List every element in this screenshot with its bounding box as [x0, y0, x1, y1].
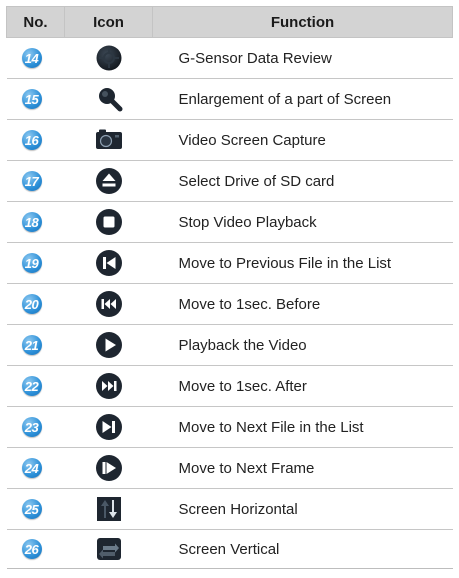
row-number-badge: 26 — [21, 539, 42, 559]
icon-cell — [64, 201, 153, 243]
function-description: Move to Previous File in the List — [152, 242, 453, 284]
row-number-cell: 26 — [6, 529, 65, 569]
row-number-cell: 16 — [6, 119, 65, 161]
function-description: Move to Next File in the List — [152, 406, 453, 448]
row-number-badge: 25 — [21, 499, 42, 519]
stop-icon — [95, 208, 123, 236]
icon-cell — [64, 365, 153, 407]
flip-horizontal-icon — [95, 495, 123, 523]
row-number-cell: 25 — [6, 488, 65, 530]
table-row: 16 Video Screen Capture — [6, 119, 453, 161]
function-description: Screen Vertical — [152, 529, 453, 569]
rewind-icon — [95, 290, 123, 318]
row-number-badge: 20 — [21, 294, 42, 314]
gsensor-icon — [95, 44, 123, 72]
row-number-cell: 21 — [6, 324, 65, 366]
row-number-cell: 24 — [6, 447, 65, 489]
table-row: 15 Enlargement of a part of Screen — [6, 78, 453, 120]
eject-icon — [95, 167, 123, 195]
row-number-cell: 20 — [6, 283, 65, 325]
icon-cell — [64, 160, 153, 202]
table-row: 22 Move to 1sec. After — [6, 365, 453, 407]
icon-cell — [64, 37, 153, 79]
function-description: Stop Video Playback — [152, 201, 453, 243]
row-number-badge: 22 — [21, 376, 42, 396]
table-row: 23 Move to Next File in the List — [6, 406, 453, 448]
icon-cell — [64, 242, 153, 284]
header-icon: Icon — [64, 6, 153, 38]
icon-cell — [64, 78, 153, 120]
table-row: 25 Screen Horizontal — [6, 488, 453, 530]
row-number-cell: 17 — [6, 160, 65, 202]
function-description: G-Sensor Data Review — [152, 37, 453, 79]
row-number-badge: 18 — [21, 212, 42, 232]
icon-cell — [64, 283, 153, 325]
play-icon — [95, 331, 123, 359]
icon-cell — [64, 447, 153, 489]
row-number-cell: 22 — [6, 365, 65, 407]
table-row: 19 Move to Previous File in the List — [6, 242, 453, 284]
row-number-badge: 24 — [21, 458, 42, 478]
row-number-badge: 16 — [21, 130, 42, 150]
table-row: 26 Screen Vertical — [6, 529, 453, 569]
function-description: Move to 1sec. Before — [152, 283, 453, 325]
next-file-icon — [95, 413, 123, 441]
table-row: 18 Stop Video Playback — [6, 201, 453, 243]
row-number-badge: 14 — [21, 48, 42, 68]
fast-forward-icon — [95, 372, 123, 400]
previous-file-icon — [95, 249, 123, 277]
row-number-badge: 21 — [21, 335, 42, 355]
function-description: Enlargement of a part of Screen — [152, 78, 453, 120]
function-description: Playback the Video — [152, 324, 453, 366]
function-description: Video Screen Capture — [152, 119, 453, 161]
icon-cell — [64, 529, 153, 569]
icon-cell — [64, 119, 153, 161]
function-description: Move to Next Frame — [152, 447, 453, 489]
row-number-cell: 15 — [6, 78, 65, 120]
next-frame-icon — [95, 454, 123, 482]
function-table: No. Icon Function 14 G-Sensor Data Review… — [6, 6, 453, 569]
header-no: No. — [6, 6, 65, 38]
camera-icon — [95, 126, 123, 154]
header-row: No. Icon Function — [6, 6, 453, 38]
row-number-badge: 17 — [21, 171, 42, 191]
magnifier-icon — [95, 85, 123, 113]
header-function: Function — [152, 6, 453, 38]
function-description: Select Drive of SD card — [152, 160, 453, 202]
icon-cell — [64, 324, 153, 366]
row-number-cell: 19 — [6, 242, 65, 284]
table-row: 17 Select Drive of SD card — [6, 160, 453, 202]
row-number-badge: 15 — [21, 89, 42, 109]
row-number-cell: 23 — [6, 406, 65, 448]
icon-cell — [64, 406, 153, 448]
row-number-cell: 18 — [6, 201, 65, 243]
row-number-badge: 19 — [21, 253, 42, 273]
function-description: Screen Horizontal — [152, 488, 453, 530]
function-description: Move to 1sec. After — [152, 365, 453, 407]
table-row: 14 G-Sensor Data Review — [6, 37, 453, 79]
row-number-cell: 14 — [6, 37, 65, 79]
icon-cell — [64, 488, 153, 530]
table-row: 21 Playback the Video — [6, 324, 453, 366]
table-row: 20 Move to 1sec. Before — [6, 283, 453, 325]
table-row: 24 Move to Next Frame — [6, 447, 453, 489]
row-number-badge: 23 — [21, 417, 42, 437]
flip-vertical-icon — [95, 535, 123, 563]
